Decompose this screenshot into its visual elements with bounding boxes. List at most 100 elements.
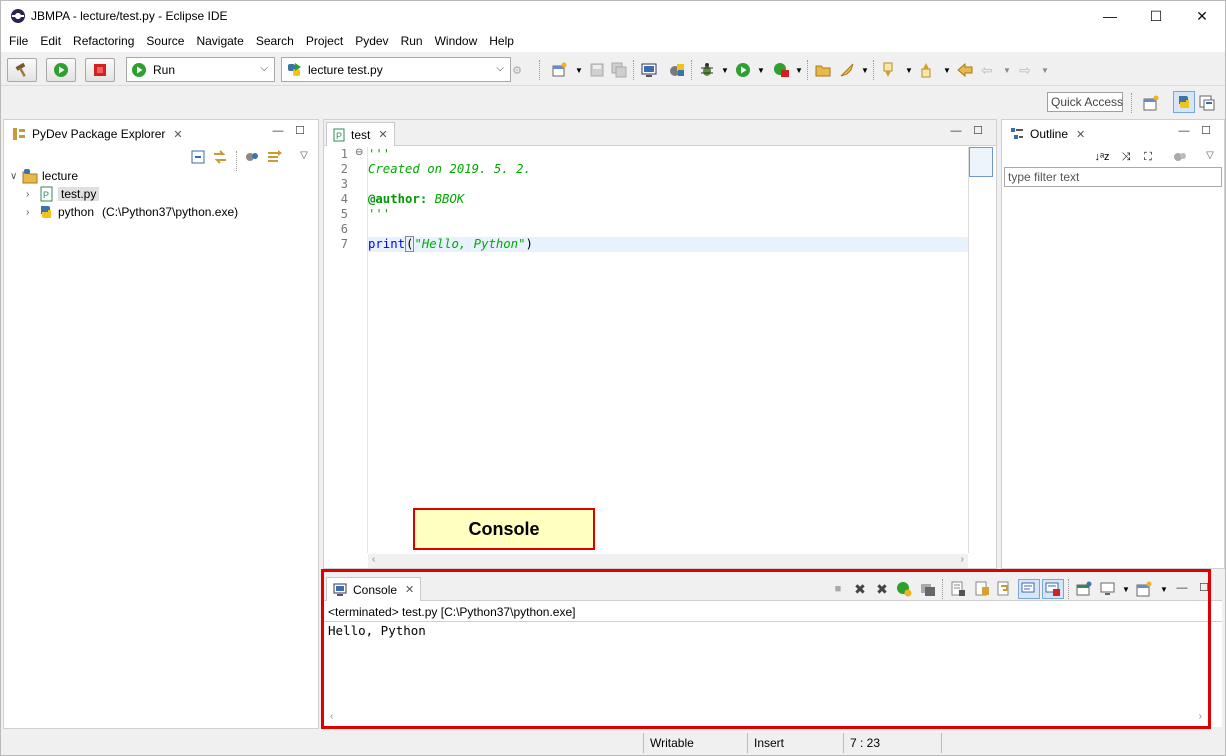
line-number: 5 (340, 207, 348, 221)
build-button[interactable] (7, 58, 37, 82)
python-filter-icon[interactable] (244, 149, 260, 165)
collapse-all-icon[interactable] (190, 149, 206, 165)
chevron-right-icon[interactable]: › (26, 189, 38, 200)
menu-run[interactable]: Run (395, 31, 429, 52)
tab-editor-test[interactable]: P test ✕ (326, 122, 395, 146)
open-perspective-icon[interactable] (1143, 95, 1159, 111)
menu-file[interactable]: File (3, 31, 34, 52)
collapse-icon[interactable]: ⤨ (1118, 149, 1134, 165)
menu-search[interactable]: Search (250, 31, 300, 52)
stop-button[interactable] (85, 58, 115, 82)
close-tab-icon[interactable]: ✕ (378, 128, 387, 141)
dropdown-arrow-icon[interactable]: ▼ (571, 62, 587, 78)
fold-collapse-icon[interactable]: ⊖ (355, 147, 363, 158)
dropdown-arrow-icon[interactable]: ▼ (1037, 62, 1053, 78)
debug-perspective-icon[interactable] (1199, 95, 1215, 111)
back-arrow-icon[interactable]: ⇦ (979, 62, 995, 78)
run-button[interactable] (46, 58, 76, 82)
maximize-button[interactable]: ☐ (1133, 1, 1179, 31)
close-tab-icon[interactable]: ✕ (1076, 128, 1085, 141)
sync-icon[interactable] (266, 149, 282, 165)
prev-annotation-icon[interactable] (919, 62, 935, 78)
open-folder-icon[interactable] (815, 62, 831, 78)
quick-access-input[interactable]: Quick Access (1047, 92, 1123, 112)
launch-target-value: lecture test.py (308, 62, 383, 77)
new-file-icon[interactable] (551, 62, 567, 78)
dropdown-arrow-icon[interactable]: ▼ (901, 62, 917, 78)
dropdown-arrow-icon[interactable]: ▼ (857, 62, 873, 78)
expand-icon[interactable]: ⛶ (1140, 149, 1156, 165)
main-toolbar: Run ⌵ lecture test.py ⌵ ⚙ ▼ ▼ ▼ ▼ ▼ ▼ ▼ … (1, 52, 1225, 86)
menu-navigate[interactable]: Navigate (190, 31, 249, 52)
console-view-icon[interactable] (641, 62, 657, 78)
dropdown-arrow-icon[interactable]: ▼ (717, 62, 733, 78)
code-area[interactable]: ''' Created on 2019. 5. 2. @author: BBOK… (368, 147, 968, 553)
view-menu-icon[interactable]: ▽ (1202, 147, 1218, 163)
menu-edit[interactable]: Edit (34, 31, 67, 52)
menu-source[interactable]: Source (140, 31, 190, 52)
code-line: ''' (368, 207, 391, 221)
save-icon[interactable] (589, 62, 605, 78)
link-with-editor-icon[interactable] (212, 149, 228, 165)
maximize-view-icon[interactable]: ☐ (972, 125, 984, 137)
menu-pydev[interactable]: Pydev (349, 31, 394, 52)
svg-text:P: P (336, 131, 342, 141)
scroll-right-icon[interactable]: › (961, 554, 964, 565)
status-insert-mode: Insert (747, 733, 843, 753)
chevron-down-icon: ⌵ (260, 63, 268, 74)
debug-icon[interactable] (699, 62, 715, 78)
tree-item-project[interactable]: ∨ lecture (10, 167, 78, 185)
sort-az-icon[interactable]: ↓ᵃz (1094, 149, 1110, 165)
view-menu-icon[interactable]: ▽ (296, 147, 312, 163)
status-writable: Writable (643, 733, 747, 753)
minimize-button[interactable]: — (1087, 1, 1133, 31)
scroll-left-icon[interactable]: ‹ (372, 554, 375, 565)
package-explorer-header: PyDev Package Explorer ✕ — ☐ (4, 120, 318, 146)
run-icon[interactable] (735, 62, 751, 78)
chevron-right-icon[interactable]: › (26, 207, 38, 218)
close-tab-icon[interactable]: ✕ (173, 128, 182, 141)
forward-arrow-icon[interactable]: ⇨ (1017, 62, 1033, 78)
filter-icon[interactable] (1172, 149, 1188, 165)
maximize-view-icon[interactable]: ☐ (294, 125, 306, 137)
menu-project[interactable]: Project (300, 31, 349, 52)
outline-filter-input[interactable]: type filter text (1004, 167, 1222, 187)
save-all-icon[interactable] (611, 62, 627, 78)
toolbar-separator (236, 151, 237, 171)
toolbar-separator (1131, 93, 1132, 113)
run-config-select[interactable]: Run ⌵ (126, 57, 275, 82)
package-explorer-icon (13, 128, 25, 140)
status-cursor-position: 7 : 23 (843, 733, 941, 753)
chevron-down-icon[interactable]: ∨ (10, 171, 22, 182)
menu-help[interactable]: Help (483, 31, 520, 52)
code-token: "Hello, Python" (414, 237, 526, 251)
external-tools-icon[interactable] (773, 62, 789, 78)
tab-package-explorer[interactable]: PyDev Package Explorer ✕ (6, 122, 189, 146)
horizontal-scrollbar[interactable]: ‹ › (368, 554, 968, 568)
launch-target-select[interactable]: lecture test.py ⌵ (281, 57, 511, 82)
minimize-view-icon[interactable]: — (1178, 125, 1190, 137)
minimize-view-icon[interactable]: — (950, 125, 962, 137)
tab-outline[interactable]: Outline ✕ (1004, 122, 1091, 146)
last-edit-icon[interactable] (957, 62, 973, 78)
dropdown-arrow-icon[interactable]: ▼ (999, 62, 1015, 78)
next-annotation-icon[interactable] (881, 62, 897, 78)
scrollbar-thumb[interactable] (969, 147, 993, 177)
launch-config-gear-icon[interactable]: ⚙ (509, 62, 525, 78)
maximize-view-icon[interactable]: ☐ (1200, 125, 1212, 137)
vertical-scrollbar[interactable] (968, 147, 996, 553)
tree-item-file[interactable]: › P test.py (26, 185, 100, 203)
dropdown-arrow-icon[interactable]: ▼ (791, 62, 807, 78)
dropdown-arrow-icon[interactable]: ▼ (753, 62, 769, 78)
rocket-icon[interactable] (839, 62, 855, 78)
tree-item-interpreter[interactable]: › python (C:\Python37\python.exe) (26, 203, 238, 221)
minimize-view-icon[interactable]: — (272, 125, 284, 137)
menu-window[interactable]: Window (429, 31, 484, 52)
close-button[interactable]: ✕ (1179, 1, 1225, 31)
project-name: lecture (42, 169, 79, 183)
dropdown-arrow-icon[interactable]: ▼ (939, 62, 955, 78)
menu-refactoring[interactable]: Refactoring (67, 31, 140, 52)
chevron-down-icon: ⌵ (496, 63, 504, 74)
python-package-icon[interactable] (669, 62, 685, 78)
pydev-perspective-icon[interactable] (1173, 91, 1195, 113)
